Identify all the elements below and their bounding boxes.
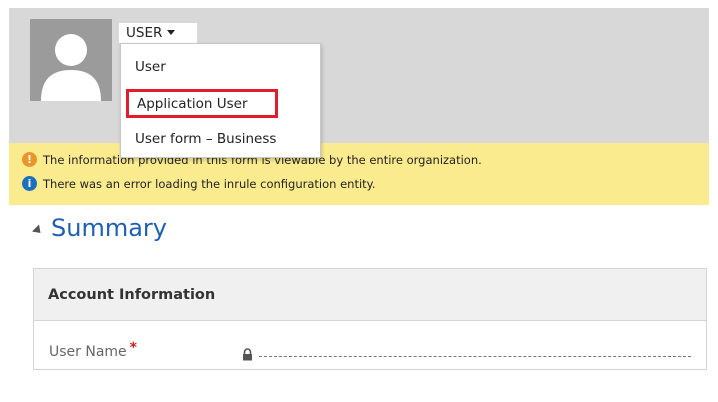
form-menu-item-user-form-business[interactable]: User form – Business — [121, 124, 320, 154]
notification-bar: ! The information provided in this form … — [9, 143, 709, 205]
menu-item-label: User — [135, 59, 166, 75]
user-silhouette-icon — [30, 19, 112, 101]
summary-title: Summary — [51, 214, 167, 242]
section-header: Account Information — [34, 269, 706, 321]
notification-info: i There was an error loading the inrule … — [22, 176, 376, 191]
account-information-section: Account Information User Name * — [33, 268, 707, 370]
avatar[interactable] — [30, 19, 112, 101]
form-selector-label: USER — [126, 25, 163, 41]
form-menu-item-application-user[interactable]: Application User — [126, 89, 278, 118]
required-marker: * — [129, 340, 137, 356]
summary-section-toggle[interactable]: Summary — [31, 214, 167, 242]
form-menu: User Application User User form – Busine… — [120, 43, 321, 158]
info-icon: i — [22, 176, 37, 191]
lock-icon — [242, 346, 253, 365]
field-label-text: User Name — [49, 344, 127, 360]
notification-text: There was an error loading the inrule co… — [43, 176, 376, 191]
field-label-user-name: User Name * — [49, 340, 137, 360]
form-menu-item-user[interactable]: User — [121, 52, 320, 82]
menu-item-label: User form – Business — [135, 131, 277, 147]
warning-icon: ! — [22, 152, 37, 167]
header-band — [9, 8, 709, 143]
menu-item-label: Application User — [137, 96, 248, 112]
chevron-down-icon — [167, 29, 176, 35]
collapse-triangle-icon — [31, 223, 45, 237]
user-name-field[interactable] — [259, 356, 691, 357]
form-selector-button[interactable]: USER — [119, 23, 197, 43]
